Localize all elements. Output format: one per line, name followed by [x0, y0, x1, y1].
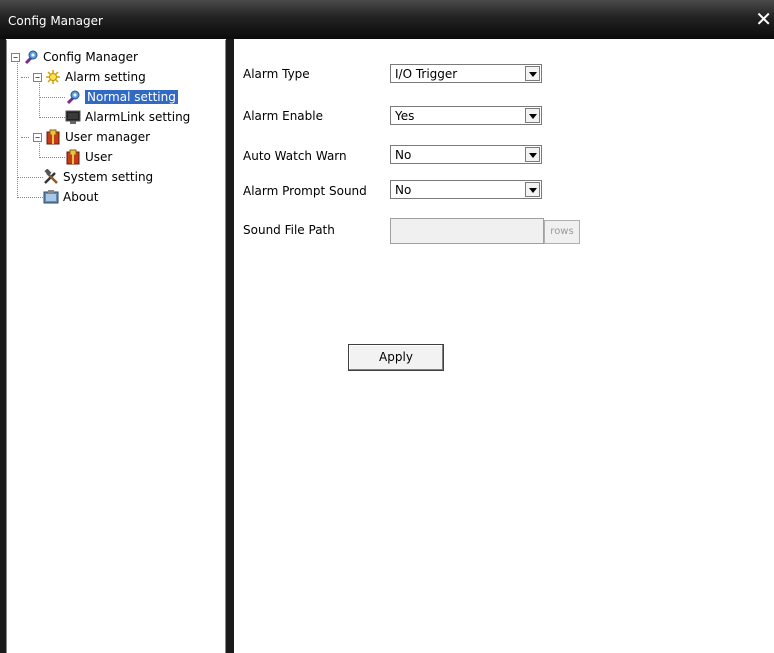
alarm-type-select[interactable]: I/O Trigger: [390, 64, 542, 83]
auto-watch-warn-select[interactable]: No: [390, 145, 542, 164]
about-icon: [43, 189, 59, 205]
tree-line: [21, 77, 29, 78]
alarm-icon: [45, 69, 61, 85]
chevron-down-icon[interactable]: [525, 66, 540, 81]
tree-item-label: User: [85, 150, 113, 164]
tree-line: [21, 137, 29, 138]
panel-splitter[interactable]: [226, 39, 234, 653]
tree-line: [39, 157, 65, 158]
user-icon: [45, 129, 61, 145]
apply-button[interactable]: Apply: [348, 344, 444, 371]
tree-item-label: About: [63, 190, 99, 204]
sound-file-path-input[interactable]: [390, 218, 544, 244]
tree-item-user-manager[interactable]: − User manager: [33, 128, 150, 146]
tree-item-label: Normal setting: [85, 90, 178, 104]
config-icon: [23, 49, 39, 65]
alarm-enable-label: Alarm Enable: [243, 109, 323, 123]
tree-line: [39, 97, 65, 98]
tree-item-label: AlarmLink setting: [85, 110, 191, 124]
tree-item-label: Alarm setting: [65, 70, 146, 84]
collapse-icon[interactable]: −: [11, 52, 20, 62]
monitor-icon: [65, 109, 81, 125]
config-icon: [65, 89, 81, 105]
chevron-down-icon[interactable]: [525, 182, 540, 197]
tree-item-user[interactable]: User: [65, 148, 112, 166]
config-tree: − Config Manager − Alarm setting Normal …: [6, 40, 226, 653]
tree-item-config-manager[interactable]: − Config Manager: [11, 48, 138, 66]
tree-item-label: Config Manager: [43, 50, 138, 64]
alarm-prompt-sound-value: No: [395, 183, 412, 197]
browse-button[interactable]: rows: [544, 220, 580, 244]
alarm-type-label: Alarm Type: [243, 67, 310, 81]
chevron-down-icon[interactable]: [525, 147, 540, 162]
alarm-prompt-sound-label: Alarm Prompt Sound: [243, 184, 367, 198]
alarm-enable-select[interactable]: Yes: [390, 106, 542, 125]
tree-line: [39, 117, 65, 118]
title-bar: Config Manager ✕: [0, 0, 774, 39]
auto-watch-warn-value: No: [395, 148, 412, 162]
user-icon: [65, 149, 81, 165]
tree-item-system-setting[interactable]: System setting: [43, 168, 153, 186]
alarm-type-value: I/O Trigger: [395, 67, 458, 81]
collapse-icon[interactable]: −: [33, 72, 42, 82]
tree-item-alarm-setting[interactable]: − Alarm setting: [33, 68, 146, 86]
tools-icon: [43, 168, 59, 185]
tree-item-label: User manager: [65, 130, 151, 144]
auto-watch-warn-label: Auto Watch Warn: [243, 149, 347, 163]
chevron-down-icon[interactable]: [525, 108, 540, 123]
tree-line: [17, 197, 43, 198]
tree-item-about[interactable]: About: [43, 188, 98, 206]
tree-item-label: System setting: [63, 170, 154, 184]
tree-item-alarmlink-setting[interactable]: AlarmLink setting: [65, 108, 190, 126]
tree-item-normal-setting[interactable]: Normal setting: [65, 88, 178, 106]
window-title: Config Manager: [8, 14, 103, 28]
sound-file-path-label: Sound File Path: [243, 223, 335, 237]
collapse-icon[interactable]: −: [33, 132, 42, 142]
tree-line: [17, 177, 43, 178]
close-icon[interactable]: ✕: [755, 9, 772, 29]
settings-panel: Alarm Type I/O Trigger Alarm Enable Yes …: [234, 39, 774, 653]
tree-line: [17, 58, 18, 196]
alarm-enable-value: Yes: [395, 109, 415, 123]
alarm-prompt-sound-select[interactable]: No: [390, 180, 542, 199]
